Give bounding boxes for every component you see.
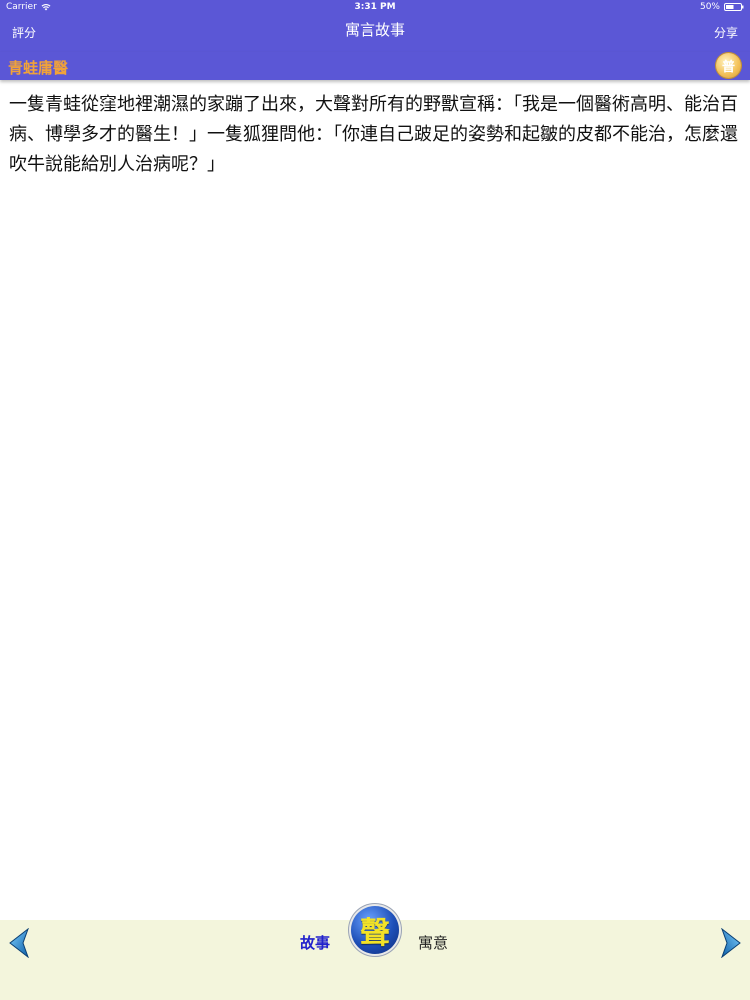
story-body-text: 一隻青蛙從窪地裡潮濕的家蹦了出來，大聲對所有的野獸宣稱：「我是一個醫術高明、能治… [9,94,738,175]
nav-title: 寓言故事 [344,21,405,39]
app-screen: Carrier 3:31 PM 50% 評分 寓言故事 分享 青蛙庸醫 普 一隻… [0,0,750,1000]
voice-glyph: 聲 [360,916,390,951]
status-bar: Carrier 3:31 PM 50% [0,0,750,14]
nav-bar: 評分 寓言故事 分享 [0,14,750,52]
speaker-badge-icon[interactable]: 普 [716,53,741,78]
battery-icon [724,3,744,11]
voice-button[interactable]: 聲 [351,906,399,954]
story-title: 青蛙庸醫 [8,59,69,77]
tab-moral[interactable]: 寓意 [418,932,448,953]
battery-percent: 50% [699,2,720,12]
arrow-right-icon[interactable] [720,928,742,958]
share-button[interactable]: 分享 [714,24,738,41]
speaker-badge-glyph: 普 [721,60,735,75]
arrow-left-icon[interactable] [8,928,30,958]
status-time: 3:31 PM [354,2,396,12]
tab-story[interactable]: 故事 [300,932,330,953]
story-title-bar: 青蛙庸醫 普 [0,52,750,80]
bottom-toolbar: 故事 聲 寓意 [0,906,750,1000]
status-battery-group: 50% [700,0,744,14]
